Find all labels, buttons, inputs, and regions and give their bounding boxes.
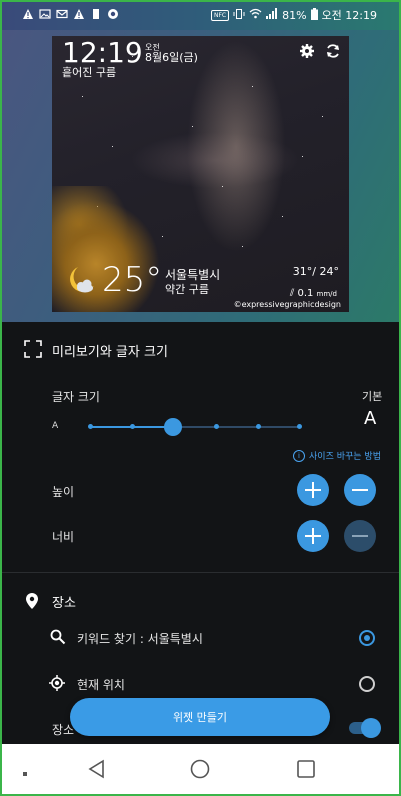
slider-step xyxy=(297,424,302,429)
info-icon: i xyxy=(293,449,306,462)
status-bar: NFC 81% 오전 12:19 xyxy=(0,0,401,30)
location-pin-icon xyxy=(25,592,43,610)
slider-thumb[interactable] xyxy=(164,418,182,436)
preview-date: 8월6일(금) xyxy=(145,51,198,64)
preview-weather-desc: 약간 구름 xyxy=(165,283,209,296)
refresh-icon[interactable] xyxy=(325,43,341,59)
moon-cloud-icon xyxy=(64,264,98,298)
current-location-radio[interactable] xyxy=(359,676,375,692)
width-label: 너비 xyxy=(52,530,75,544)
search-icon xyxy=(50,629,68,647)
warning-icon xyxy=(73,8,85,20)
location-section-title: 장소 xyxy=(52,596,76,611)
signal-icon xyxy=(266,8,278,22)
current-location-option: 현재 위치 xyxy=(77,678,125,692)
slider-step xyxy=(256,424,261,429)
keyword-search-radio[interactable] xyxy=(359,630,375,646)
preview-rain: ⫽ 0.1 mm/d xyxy=(290,288,337,299)
nfc-icon: NFC xyxy=(210,9,230,21)
height-label: 높이 xyxy=(52,485,75,499)
keyword-search-option: 키워드 찾기 : 서울특별시 xyxy=(77,632,203,646)
navigation-bar xyxy=(0,744,401,796)
gmail-icon xyxy=(56,8,68,20)
photo-credit: ©expressivegraphicdesign xyxy=(233,300,341,309)
how-to-resize-link[interactable]: i 사이즈 바꾸는 방법 xyxy=(293,449,381,462)
rain-value: 0.1 xyxy=(297,288,314,299)
default-label: 기본 xyxy=(362,390,383,403)
chrome-icon xyxy=(107,8,119,20)
battery-percent: 81% xyxy=(282,8,307,22)
height-decrease-button[interactable] xyxy=(344,474,376,506)
preview-condition: 흩어진 구름 xyxy=(62,66,117,79)
width-decrease-button[interactable] xyxy=(344,520,376,552)
section-divider xyxy=(0,572,401,573)
home-icon[interactable] xyxy=(189,758,211,780)
font-size-label: 글자 크기 xyxy=(52,390,100,404)
status-time: 오전 12:19 xyxy=(321,9,377,22)
small-a-label: A xyxy=(52,421,59,431)
wifi-icon xyxy=(249,8,262,22)
back-icon[interactable] xyxy=(86,758,108,780)
expand-icon xyxy=(24,340,42,358)
rain-unit: mm/d xyxy=(316,290,337,298)
menu-dot-icon[interactable] xyxy=(20,764,30,776)
slider-step xyxy=(88,424,93,429)
battery-icon xyxy=(310,7,318,23)
settings-panel: 미리보기와 글자 크기 글자 크기 기본 A A i 사이즈 바꾸는 방법 높이… xyxy=(0,322,401,744)
warning-icon xyxy=(22,8,34,20)
image-icon xyxy=(39,8,51,20)
sd-icon xyxy=(90,8,102,20)
location-toggle[interactable] xyxy=(349,718,381,738)
preview-section-title: 미리보기와 글자 크기 xyxy=(52,345,168,360)
vibrate-icon xyxy=(233,8,245,23)
recents-icon[interactable] xyxy=(295,758,317,780)
font-size-slider[interactable] xyxy=(88,424,302,429)
large-a-label: A xyxy=(364,408,377,429)
current-location-icon xyxy=(49,675,67,693)
system-status: NFC 81% 오전 12:19 xyxy=(210,7,377,23)
notification-icons xyxy=(22,8,119,20)
preview-temperature: 25° xyxy=(102,260,163,300)
make-widget-button[interactable]: 위젯 만들기 xyxy=(70,698,330,736)
slider-step xyxy=(130,424,135,429)
gear-icon[interactable] xyxy=(299,43,315,59)
preview-hi-lo: 31°/ 24° xyxy=(292,265,339,278)
how-to-resize-text: 사이즈 바꾸는 방법 xyxy=(309,452,381,462)
slider-step xyxy=(214,424,219,429)
height-increase-button[interactable] xyxy=(297,474,329,506)
width-increase-button[interactable] xyxy=(297,520,329,552)
widget-preview: 12:19 오전 8월6일(금) 흩어진 구름 25° 서울특별시 약간 구름 … xyxy=(52,36,349,312)
